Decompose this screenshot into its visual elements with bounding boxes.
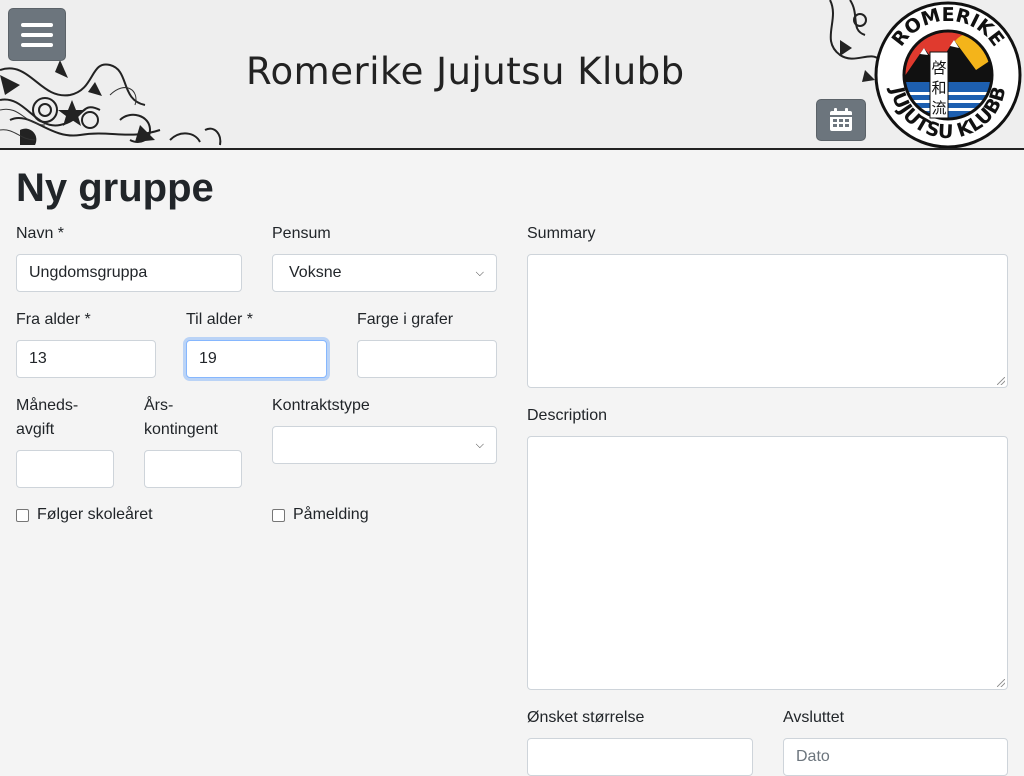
chevron-down-icon: ⌵: [475, 266, 484, 279]
kontraktstype-select[interactable]: ⌵: [272, 426, 497, 464]
club-logo: 啓 和 流 ROMERIKE JUJUTSU KLUBB: [874, 1, 1022, 148]
logo-kanji-3: 流: [931, 99, 946, 117]
site-header: Romerike Jujutsu Klubb 啓 和 流 ROMERIKE JU…: [0, 0, 1024, 150]
paamelding-label: Påmelding: [293, 506, 369, 523]
navn-input[interactable]: Ungdomsgruppa: [16, 254, 242, 292]
calendar-button[interactable]: [816, 99, 866, 141]
logo-kanji-1: 啓: [931, 59, 946, 77]
avsluttet-input[interactable]: Dato: [783, 738, 1008, 776]
logo-kanji-2: 和: [931, 79, 946, 97]
maanedsavgift-label: Måneds- avgift: [16, 394, 78, 442]
aarskontingent-label-line2: kontingent: [144, 421, 218, 438]
summary-label: Summary: [527, 225, 596, 242]
maanedsavgift-input[interactable]: [16, 450, 114, 488]
pensum-value: Voksne: [289, 264, 342, 281]
navn-label: Navn *: [16, 225, 65, 242]
folger-skolearet-label: Følger skoleåret: [37, 506, 153, 523]
folger-skolearet-row[interactable]: Følger skoleåret: [16, 506, 153, 524]
paamelding-checkbox[interactable]: [272, 508, 285, 522]
til-alder-value: 19: [199, 350, 217, 367]
aarskontingent-label: Års- kontingent: [144, 394, 218, 442]
resize-handle[interactable]: [997, 377, 1005, 385]
farge-label: Farge i grafer: [357, 311, 454, 328]
til-alder-label: Til alder *: [186, 311, 253, 328]
maanedsavgift-label-line2: avgift: [16, 421, 55, 438]
pensum-select[interactable]: Voksne ⌵: [272, 254, 497, 292]
paamelding-row[interactable]: Påmelding: [272, 506, 369, 524]
navn-value: Ungdomsgruppa: [29, 264, 148, 281]
summary-textarea[interactable]: [527, 254, 1008, 388]
chevron-down-icon: ⌵: [475, 438, 484, 451]
onsket-storrelse-input[interactable]: [527, 738, 753, 776]
page-title: Ny gruppe: [16, 166, 214, 210]
site-title: Romerike Jujutsu Klubb: [246, 50, 685, 93]
hamburger-icon[interactable]: [8, 8, 66, 61]
aarskontingent-input[interactable]: [144, 450, 242, 488]
avsluttet-label: Avsluttet: [783, 709, 845, 726]
description-label: Description: [527, 407, 608, 424]
kontraktstype-label: Kontraktstype: [272, 397, 370, 414]
til-alder-input[interactable]: 19: [186, 340, 327, 378]
fra-alder-value: 13: [29, 350, 47, 367]
calendar-icon: [830, 108, 852, 131]
pensum-label: Pensum: [272, 225, 331, 242]
folger-skolearet-checkbox[interactable]: [16, 508, 29, 522]
fra-alder-label: Fra alder *: [16, 311, 91, 328]
fra-alder-input[interactable]: 13: [16, 340, 156, 378]
farge-input[interactable]: [357, 340, 497, 378]
resize-handle[interactable]: [997, 679, 1005, 687]
maanedsavgift-label-line1: Måneds-: [16, 397, 79, 414]
description-textarea[interactable]: [527, 436, 1008, 690]
onsket-storrelse-label: Ønsket størrelse: [527, 709, 645, 726]
aarskontingent-label-line1: Års-: [144, 397, 174, 414]
avsluttet-placeholder: Dato: [796, 748, 830, 765]
